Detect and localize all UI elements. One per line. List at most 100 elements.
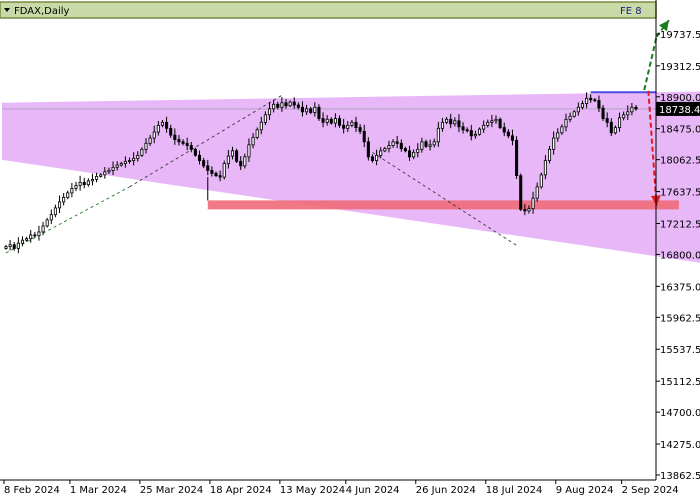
y-tick-label: 18475.0	[660, 125, 700, 136]
candle-body	[552, 137, 556, 150]
candle-body	[189, 145, 193, 150]
candle-body	[132, 157, 136, 162]
candle-body	[412, 151, 416, 158]
candle-body	[395, 141, 399, 144]
y-tick-label: 14700.0	[660, 408, 700, 419]
candle-body	[156, 124, 160, 133]
candle-body	[177, 139, 181, 143]
candle-body	[383, 148, 387, 152]
candle-body	[181, 141, 185, 144]
candle-body	[276, 103, 280, 108]
candle-body	[16, 242, 20, 249]
candle-body	[78, 181, 82, 186]
candle-body	[173, 134, 177, 140]
chart-window[interactable]: FDAX,Daily FE 8 19737.5 19312.5 18900.0 184…	[0, 0, 700, 500]
candle-body	[206, 165, 210, 171]
candle-body	[358, 127, 362, 132]
x-tick-label: 4 Jun 2024	[346, 485, 400, 496]
candle-body	[391, 141, 395, 146]
candle-body	[453, 120, 457, 125]
candle-body	[251, 136, 255, 146]
candle-body	[197, 154, 202, 162]
candle-body	[12, 244, 16, 249]
candle-body	[370, 156, 375, 162]
candle-body	[37, 231, 41, 237]
candle-body	[29, 234, 33, 240]
candle-body	[601, 107, 605, 119]
candle-body	[531, 197, 535, 210]
candle-body	[292, 101, 296, 106]
candle-body	[41, 225, 45, 233]
y-tick-label: 17637.5	[660, 188, 700, 199]
candle-body	[57, 201, 62, 209]
candle-body	[469, 130, 473, 137]
x-tick-label: 18 Apr 2024	[210, 485, 272, 496]
candle-body	[535, 186, 539, 199]
candle-body	[259, 121, 263, 131]
candle-body	[375, 154, 379, 162]
candle-body	[366, 141, 370, 158]
candle-body	[66, 192, 70, 198]
x-tick-label: 8 Feb 2024	[4, 485, 60, 496]
candle-body	[226, 155, 230, 165]
candle-body	[445, 118, 449, 123]
chart-title: FDAX,Daily	[14, 6, 70, 17]
candle-body	[288, 101, 292, 107]
candle-body	[321, 118, 325, 123]
candle-body	[82, 181, 86, 186]
candle-body	[568, 115, 572, 120]
candle-body	[152, 131, 156, 139]
corner-label: FE 8	[620, 6, 642, 17]
candle-body	[4, 246, 8, 249]
candle-body	[136, 154, 140, 159]
candle-body	[305, 108, 309, 113]
candle-body	[272, 103, 276, 110]
y-tick-label: 15537.5	[660, 345, 700, 356]
candle-body	[25, 238, 29, 241]
candle-body	[432, 141, 436, 146]
candle-body	[613, 127, 617, 134]
candle-body	[20, 239, 25, 244]
candle-body	[111, 166, 115, 171]
candle-body	[407, 150, 412, 158]
candle-body	[296, 104, 300, 108]
candle-body	[564, 118, 568, 128]
candle-body	[580, 103, 585, 108]
candle-body	[436, 127, 440, 143]
candle-body	[440, 121, 445, 129]
chart-background	[0, 0, 700, 500]
candle-body	[325, 118, 329, 123]
candle-body	[572, 111, 576, 117]
candle-body	[490, 120, 494, 123]
candle-body	[165, 121, 169, 129]
y-tick-label: 18062.5	[660, 156, 700, 167]
candle-body	[502, 127, 506, 133]
candle-body	[461, 126, 465, 131]
price-chart[interactable]: FDAX,Daily FE 8 19737.519312.518900.0184…	[0, 0, 700, 500]
candle-body	[333, 118, 337, 124]
candle-body	[202, 160, 206, 167]
candle-body	[486, 121, 490, 126]
title-bar	[0, 1, 657, 19]
candle-body	[300, 106, 305, 113]
candle-body	[416, 148, 420, 153]
candle-body	[605, 118, 609, 123]
candle-body	[337, 118, 342, 126]
candle-body	[428, 144, 432, 147]
candle-body	[267, 108, 272, 116]
y-tick-label: 16800.0	[660, 250, 700, 261]
candle-body	[630, 106, 634, 113]
y-tick-label: 17212.5	[660, 219, 700, 230]
candle-body	[626, 111, 630, 116]
candle-body	[498, 118, 502, 128]
candle-body	[263, 114, 267, 123]
candle-body	[527, 208, 531, 212]
candle-body	[119, 163, 123, 166]
candle-body	[403, 148, 407, 152]
y-tick-label: 16375.0	[660, 282, 700, 293]
candle-body	[473, 133, 477, 137]
candle-body	[346, 124, 350, 129]
candle-body	[235, 150, 239, 162]
candle-body	[556, 132, 560, 139]
price-axis[interactable]: 19737.519312.518900.018475.018062.517637…	[656, 30, 700, 482]
